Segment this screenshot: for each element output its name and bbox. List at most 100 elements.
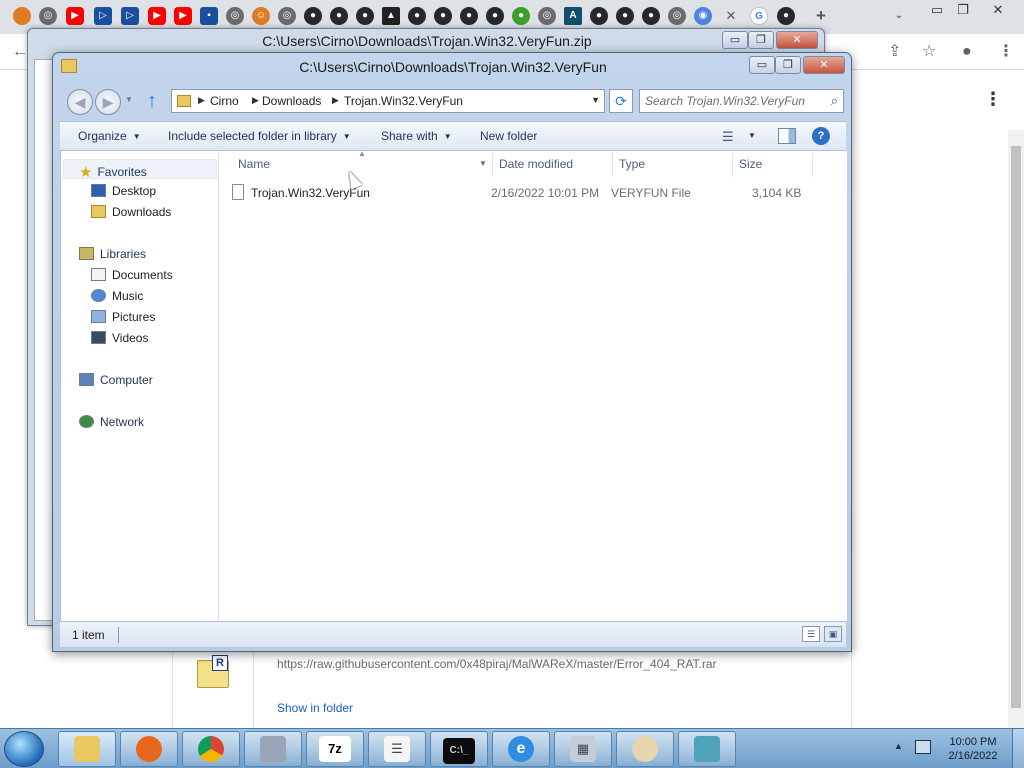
youtube-tab-icon[interactable]: ▶ [148,7,166,25]
breadcrumb-downloads[interactable]: Downloads [262,94,321,108]
github-tab-icon[interactable]: ● [777,7,795,25]
taskbar-chrome[interactable] [182,731,240,767]
clock[interactable]: 10:00 PM 2/16/2022 [940,735,1006,763]
tab-favicon[interactable]: A [564,7,582,25]
column-header-type[interactable]: Type [619,157,645,171]
breadcrumb-separator-icon[interactable]: ▶ [332,95,339,106]
browser-minimize-button[interactable]: ▭ [924,2,950,20]
column-separator[interactable] [812,153,813,177]
new-tab-button[interactable]: + [812,7,830,25]
maximize-button[interactable]: ❐ [775,56,801,74]
back-button[interactable]: ◀ [67,89,93,115]
column-filter-chevron-icon[interactable]: ▼ [479,159,487,168]
taskbar-cmd[interactable]: C:\_ [430,731,488,767]
nav-downloads[interactable]: Downloads [91,205,171,219]
tab-favicon[interactable]: ◎ [668,7,686,25]
github-tab-icon[interactable]: ● [356,7,374,25]
nav-videos[interactable]: Videos [91,331,148,345]
network-status-icon[interactable] [915,740,931,754]
column-header-date-modified[interactable]: Date modified [499,157,573,171]
tab-favicon[interactable]: ● [512,7,530,25]
tab-favicon[interactable]: ◎ [39,7,57,25]
github-tab-icon[interactable]: ● [330,7,348,25]
taskbar-7zip[interactable]: 7z [306,731,364,767]
search-input[interactable] [645,93,817,109]
tab-favicon[interactable]: ☺ [252,7,270,25]
taskbar-tools[interactable] [244,731,302,767]
column-separator[interactable] [732,153,733,177]
tab-favicon[interactable] [13,7,31,25]
view-options-chevron-icon[interactable]: ▼ [748,131,756,140]
nav-favorites[interactable]: ★ Favorites [79,163,147,181]
profile-avatar-icon[interactable]: ● [962,42,972,62]
breadcrumb-cirno[interactable]: Cirno [210,94,239,108]
tab-favicon[interactable]: ◎ [278,7,296,25]
nav-computer[interactable]: Computer [79,373,153,387]
search-box[interactable]: ⌕ [639,89,844,113]
browser-restore-button[interactable]: ❐ [950,2,976,20]
nav-documents[interactable]: Documents [91,268,173,282]
github-tab-icon[interactable]: ● [460,7,478,25]
github-tab-icon[interactable]: ● [590,7,608,25]
start-button[interactable] [4,731,44,767]
chrome-tab-icon[interactable]: ◉ [694,7,712,25]
address-history-chevron-icon[interactable]: ▼ [591,95,600,105]
table-row[interactable]: Trojan.Win32.VeryFun 2/16/2022 10:01 PM … [228,183,808,203]
github-tab-icon[interactable]: ● [616,7,634,25]
minimize-button[interactable]: ▭ [749,56,775,74]
close-tab-icon[interactable]: ✕ [722,7,740,25]
share-with-button[interactable]: Share with ▼ [381,129,452,143]
taskbar-calculator[interactable]: ▦ [554,731,612,767]
github-tab-icon[interactable]: ● [304,7,322,25]
taskbar-paint[interactable] [616,731,674,767]
organize-button[interactable]: Organize ▼ [78,129,141,143]
page-scrollbar-thumb[interactable] [1011,146,1021,708]
include-in-library-button[interactable]: Include selected folder in library ▼ [168,129,351,143]
column-header-name[interactable]: Name [238,157,270,171]
new-folder-button[interactable]: New folder [480,129,537,143]
share-icon[interactable]: ⇪ [888,42,901,62]
taskbar-network-tool[interactable] [678,731,736,767]
column-separator[interactable] [612,153,613,177]
taskbar-ie[interactable]: e [492,731,550,767]
close-button[interactable]: ✕ [803,56,845,74]
taskbar-firefox[interactable] [120,731,178,767]
taskbar-task-list[interactable]: ☰ [368,731,426,767]
column-separator[interactable] [492,153,493,177]
back-arrow-icon[interactable]: ← [12,42,28,62]
up-folder-icon[interactable]: ↑ [147,89,157,113]
tab-search-chevron-icon[interactable]: ⌄ [890,7,908,25]
change-view-icon[interactable]: ☰ [722,129,734,145]
show-in-folder-link[interactable]: Show in folder [277,701,353,715]
github-tab-icon[interactable]: ● [642,7,660,25]
tab-favicon[interactable]: ▷ [94,7,112,25]
zip-close-button[interactable]: ✕ [776,31,818,49]
help-icon[interactable]: ? [812,127,830,145]
tiles-view-icon[interactable]: ▣ [824,626,842,642]
address-bar[interactable]: ▶ Cirno ▶ Downloads ▶ Trojan.Win32.VeryF… [171,89,605,113]
tab-favicon[interactable]: ◎ [226,7,244,25]
details-view-icon[interactable]: ☰ [802,626,820,642]
breadcrumb-current-folder[interactable]: Trojan.Win32.VeryFun [344,94,463,108]
forward-button[interactable]: ▶ [95,89,121,115]
search-icon[interactable]: ⌕ [831,93,838,109]
browser-close-button[interactable]: ✕ [985,2,1011,20]
github-tab-icon[interactable]: ● [434,7,452,25]
breadcrumb-separator-icon[interactable]: ▶ [252,95,259,106]
google-tab-icon[interactable]: G [750,7,768,25]
browser-menu-icon[interactable]: ⋮ [998,42,1014,62]
preview-pane-icon[interactable] [778,128,796,144]
download-url[interactable]: https://raw.githubusercontent.com/0x48pi… [277,657,717,671]
tray-expand-icon[interactable]: ▲ [894,741,903,751]
nav-music[interactable]: Music [91,289,143,303]
tab-favicon[interactable]: ▷ [121,7,139,25]
youtube-tab-icon[interactable]: ▶ [66,7,84,25]
nav-libraries[interactable]: Libraries [79,247,146,261]
recent-locations-chevron-icon[interactable]: ▼ [125,95,133,104]
nav-desktop[interactable]: Desktop [91,184,156,198]
tab-favicon[interactable]: ▪ [200,7,218,25]
github-tab-icon[interactable]: ● [408,7,426,25]
refresh-button[interactable]: ⟳ [609,89,633,113]
zip-maximize-button[interactable]: ❐ [748,31,774,49]
nav-pictures[interactable]: Pictures [91,310,155,324]
